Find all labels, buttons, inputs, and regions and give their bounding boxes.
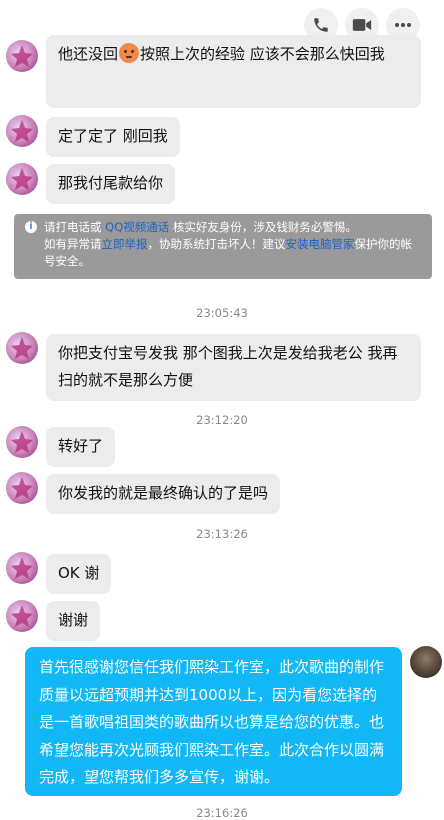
report-link[interactable]: 立即举报 xyxy=(102,237,148,251)
contact-avatar[interactable] xyxy=(6,600,38,632)
message-text: 那我付尾款给你 xyxy=(58,174,164,192)
message-text: 按照上次的经验 应该不会那么快回我 xyxy=(140,45,385,63)
security-notice: i 请打电话或 QQ视频通话 核实好友身份，涉及钱财务必警惕。 如有异常请立即举… xyxy=(14,214,432,279)
star-icon xyxy=(11,431,33,453)
my-message-bubble[interactable]: 首先很感谢您信任我们熙染工作室，此次歌曲的制作质量以远超预期并达到1000以上，… xyxy=(25,647,402,796)
notice-text: 核实好友身份，涉及钱财务必警惕。 xyxy=(172,220,357,234)
contact-avatar[interactable] xyxy=(6,552,38,584)
contact-avatar[interactable] xyxy=(6,332,38,364)
message-text: 他还没回 xyxy=(58,45,119,63)
install-pc-manager-link[interactable]: 安装电脑管家 xyxy=(286,237,355,251)
star-icon xyxy=(11,605,33,627)
star-icon xyxy=(11,337,33,359)
star-icon xyxy=(11,557,33,579)
message-text: 首先很感谢您信任我们熙染工作室，此次歌曲的制作质量以远超预期并达到1000以上，… xyxy=(39,658,385,786)
notice-text: 请打电话或 xyxy=(44,220,102,234)
phone-icon xyxy=(314,18,328,32)
message-bubble[interactable]: 他还没回 按照上次的经验 应该不会那么快回我 xyxy=(46,35,421,108)
message-bubble[interactable]: 你发我的就是最终确认的了是吗 xyxy=(46,474,281,514)
message-text: 谢谢 xyxy=(58,611,89,629)
message-text: OK 谢 xyxy=(58,564,100,582)
contact-avatar[interactable] xyxy=(6,426,38,458)
message-text: 定了定了 刚回我 xyxy=(58,127,168,145)
message-bubble[interactable]: 你把支付宝号发我 那个图我上次是发给我老公 我再扫的就不是那么方便 xyxy=(46,334,421,401)
message-bubble[interactable]: OK 谢 xyxy=(46,554,112,594)
message-bubble[interactable]: 那我付尾款给你 xyxy=(46,164,176,204)
timestamp: 23:12:20 xyxy=(196,413,248,427)
contact-avatar[interactable] xyxy=(6,472,38,504)
timestamp: 23:13:26 xyxy=(196,527,248,541)
more-icon xyxy=(395,23,411,27)
message-text: 你发我的就是最终确认的了是吗 xyxy=(58,484,269,502)
star-icon xyxy=(11,45,33,67)
contact-avatar[interactable] xyxy=(6,40,38,72)
blushing-face-emoji xyxy=(119,43,140,63)
message-bubble[interactable]: 转好了 xyxy=(46,427,116,467)
notice-text: 如有异常请 xyxy=(44,237,102,251)
message-bubble[interactable]: 定了定了 刚回我 xyxy=(46,117,180,157)
contact-avatar[interactable] xyxy=(6,115,38,147)
timestamp: 23:05:43 xyxy=(196,306,248,320)
star-icon xyxy=(11,120,33,142)
my-avatar[interactable] xyxy=(410,646,442,678)
video-icon xyxy=(352,19,372,31)
message-text: 你把支付宝号发我 那个图我上次是发给我老公 我再扫的就不是那么方便 xyxy=(58,344,398,389)
info-icon: i xyxy=(25,221,37,233)
video-call-link[interactable]: QQ视频通话 xyxy=(105,220,169,234)
timestamp: 23:16:26 xyxy=(196,806,248,820)
star-icon xyxy=(11,168,33,190)
notice-text: ，协助系统打击坏人！建议 xyxy=(147,237,286,251)
message-text: 转好了 xyxy=(58,437,104,455)
contact-avatar[interactable] xyxy=(6,163,38,195)
message-bubble[interactable]: 谢谢 xyxy=(46,601,101,641)
star-icon xyxy=(11,477,33,499)
